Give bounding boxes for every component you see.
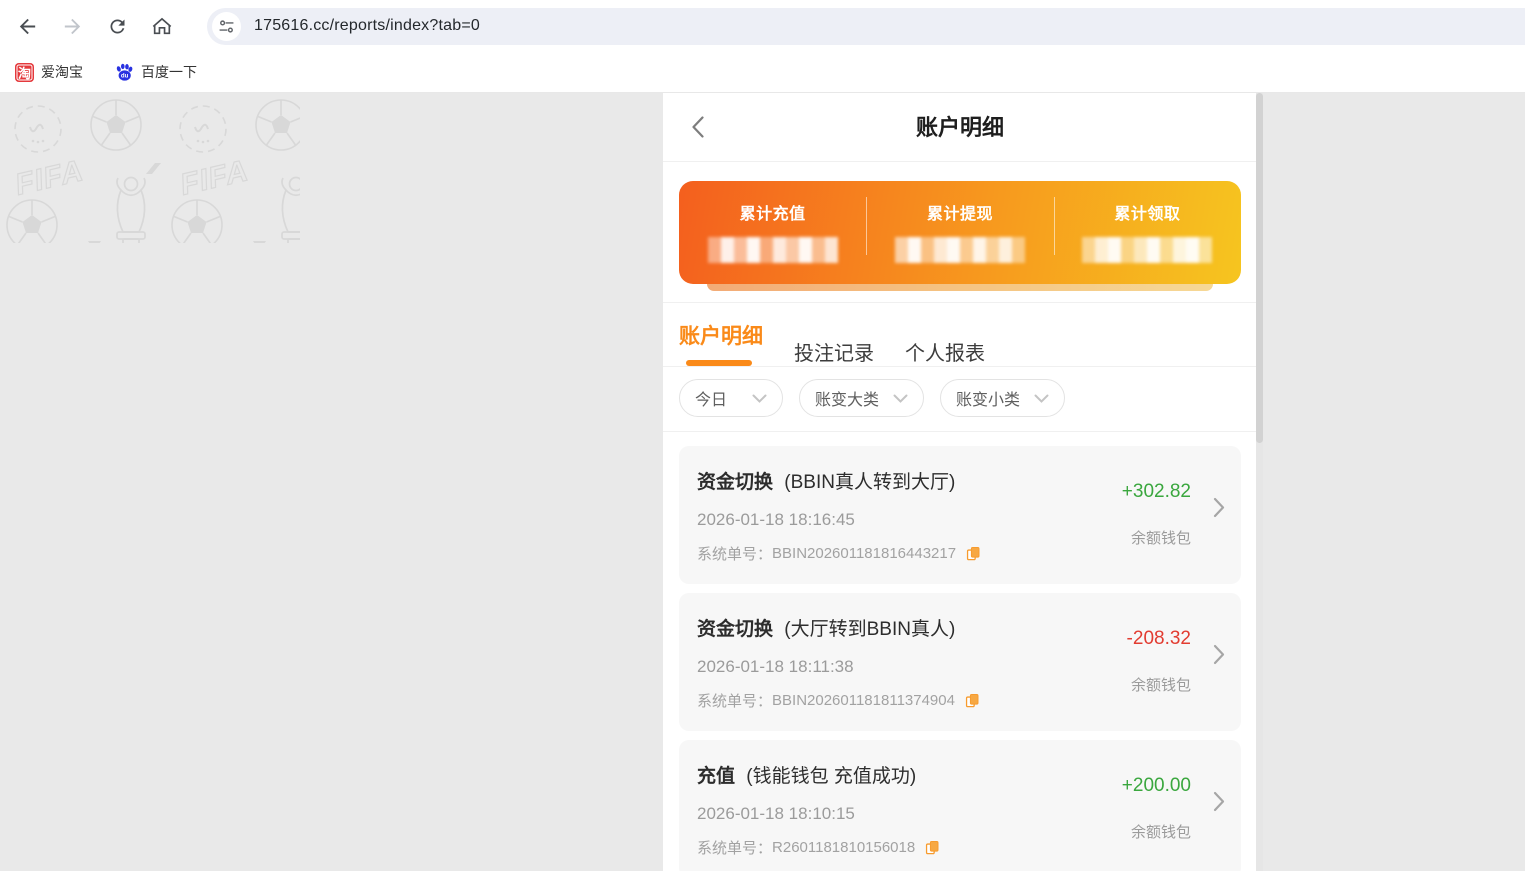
order-no: BBIN202601181816443217 bbox=[772, 545, 956, 562]
copy-icon[interactable] bbox=[965, 545, 981, 562]
summary-total-withdraw: 累计提现 bbox=[866, 181, 1053, 284]
address-bar[interactable]: 175616.cc/reports/index?tab=0 bbox=[207, 8, 1525, 45]
hidden-value-mosaic bbox=[707, 237, 839, 263]
summary-total-bonus: 累计领取 bbox=[1054, 181, 1241, 284]
back-icon[interactable] bbox=[10, 9, 44, 43]
bookmark-taobao[interactable]: 淘 爱淘宝 bbox=[15, 62, 83, 82]
wallet-label: 余额钱包 bbox=[1131, 527, 1191, 548]
transaction-row[interactable]: 充值 (钱能钱包 充值成功) 2026-01-18 18:10:15 系统单号：… bbox=[679, 740, 1241, 871]
order-no-label: 系统单号： bbox=[697, 543, 772, 564]
chevron-right-icon[interactable] bbox=[1213, 497, 1225, 523]
transaction-type: 充值 bbox=[697, 766, 735, 787]
bookmark-baidu[interactable]: du 百度一下 bbox=[115, 62, 197, 82]
filter-row: 今日 账变大类 账变小类 bbox=[679, 367, 1241, 431]
bookmark-label: 爱淘宝 bbox=[41, 62, 83, 82]
page-title: 账户明细 bbox=[663, 93, 1257, 162]
tab-personal-report[interactable]: 个人报表 bbox=[905, 337, 985, 366]
page-background: FIFA bbox=[0, 93, 1525, 871]
forward-icon[interactable] bbox=[55, 9, 89, 43]
chevron-right-icon[interactable] bbox=[1213, 791, 1225, 817]
copy-icon[interactable] bbox=[964, 692, 980, 709]
tab-account-detail[interactable]: 账户明细 bbox=[679, 320, 763, 366]
transaction-list: 资金切换 (BBIN真人转到大厅) 2026-01-18 18:16:45 系统… bbox=[679, 432, 1241, 871]
transaction-amount: -208.32 bbox=[1127, 628, 1191, 650]
transaction-desc: (BBIN真人转到大厅) bbox=[784, 472, 955, 493]
transaction-type: 资金切换 bbox=[697, 472, 773, 493]
summary-card-shadow bbox=[707, 284, 1213, 291]
panel-header: 账户明细 bbox=[663, 93, 1257, 162]
order-no: BBIN202601181811374904 bbox=[772, 692, 955, 709]
bookmarks-bar: 淘 爱淘宝 du 百度一下 bbox=[0, 52, 1525, 93]
order-no-label: 系统单号： bbox=[697, 690, 772, 711]
site-settings-icon[interactable] bbox=[212, 12, 241, 41]
chevron-down-icon bbox=[893, 394, 908, 403]
scrollbar-thumb[interactable] bbox=[1256, 93, 1263, 443]
back-chevron-icon[interactable] bbox=[685, 114, 711, 140]
chevron-down-icon bbox=[1034, 394, 1049, 403]
hidden-value-mosaic bbox=[894, 237, 1026, 263]
baidu-icon: du bbox=[115, 63, 134, 82]
order-no-label: 系统单号： bbox=[697, 837, 772, 858]
url-text[interactable]: 175616.cc/reports/index?tab=0 bbox=[254, 17, 480, 35]
active-tab-underline bbox=[686, 360, 752, 366]
transaction-amount: +200.00 bbox=[1122, 775, 1191, 797]
filter-subcategory-dropdown[interactable]: 账变小类 bbox=[940, 379, 1065, 417]
bookmark-label: 百度一下 bbox=[141, 62, 197, 82]
fifa-pattern-background: FIFA bbox=[0, 93, 300, 243]
transaction-row[interactable]: 资金切换 (BBIN真人转到大厅) 2026-01-18 18:16:45 系统… bbox=[679, 446, 1241, 584]
taobao-icon: 淘 bbox=[15, 63, 34, 82]
reload-icon[interactable] bbox=[100, 9, 134, 43]
summary-total-deposit: 累计充值 bbox=[679, 181, 866, 284]
hidden-value-mosaic bbox=[1081, 237, 1213, 263]
chevron-down-icon bbox=[752, 394, 767, 403]
wallet-label: 余额钱包 bbox=[1131, 821, 1191, 842]
account-detail-panel: 账户明细 累计充值 累计提现 累计领取 bbox=[663, 93, 1257, 871]
filter-category-dropdown[interactable]: 账变大类 bbox=[799, 379, 924, 417]
home-icon[interactable] bbox=[145, 9, 179, 43]
panel-scrollbar[interactable] bbox=[1256, 93, 1263, 871]
browser-toolbar: 175616.cc/reports/index?tab=0 bbox=[0, 0, 1525, 52]
order-no: R2601181810156018 bbox=[772, 839, 915, 856]
transaction-row[interactable]: 资金切换 (大厅转到BBIN真人) 2026-01-18 18:11:38 系统… bbox=[679, 593, 1241, 731]
svg-text:du: du bbox=[121, 72, 129, 79]
tab-bet-records[interactable]: 投注记录 bbox=[794, 337, 874, 366]
transaction-type: 资金切换 bbox=[697, 619, 773, 640]
summary-card: 累计充值 累计提现 累计领取 bbox=[679, 181, 1241, 284]
chevron-right-icon[interactable] bbox=[1213, 644, 1225, 670]
tabs: 账户明细 投注记录 个人报表 bbox=[679, 303, 1241, 366]
wallet-label: 余额钱包 bbox=[1131, 674, 1191, 695]
transaction-desc: (大厅转到BBIN真人) bbox=[784, 619, 955, 640]
transaction-amount: +302.82 bbox=[1122, 481, 1191, 503]
transaction-desc: (钱能钱包 充值成功) bbox=[746, 766, 916, 787]
copy-icon[interactable] bbox=[924, 839, 940, 856]
filter-date-dropdown[interactable]: 今日 bbox=[679, 379, 783, 417]
